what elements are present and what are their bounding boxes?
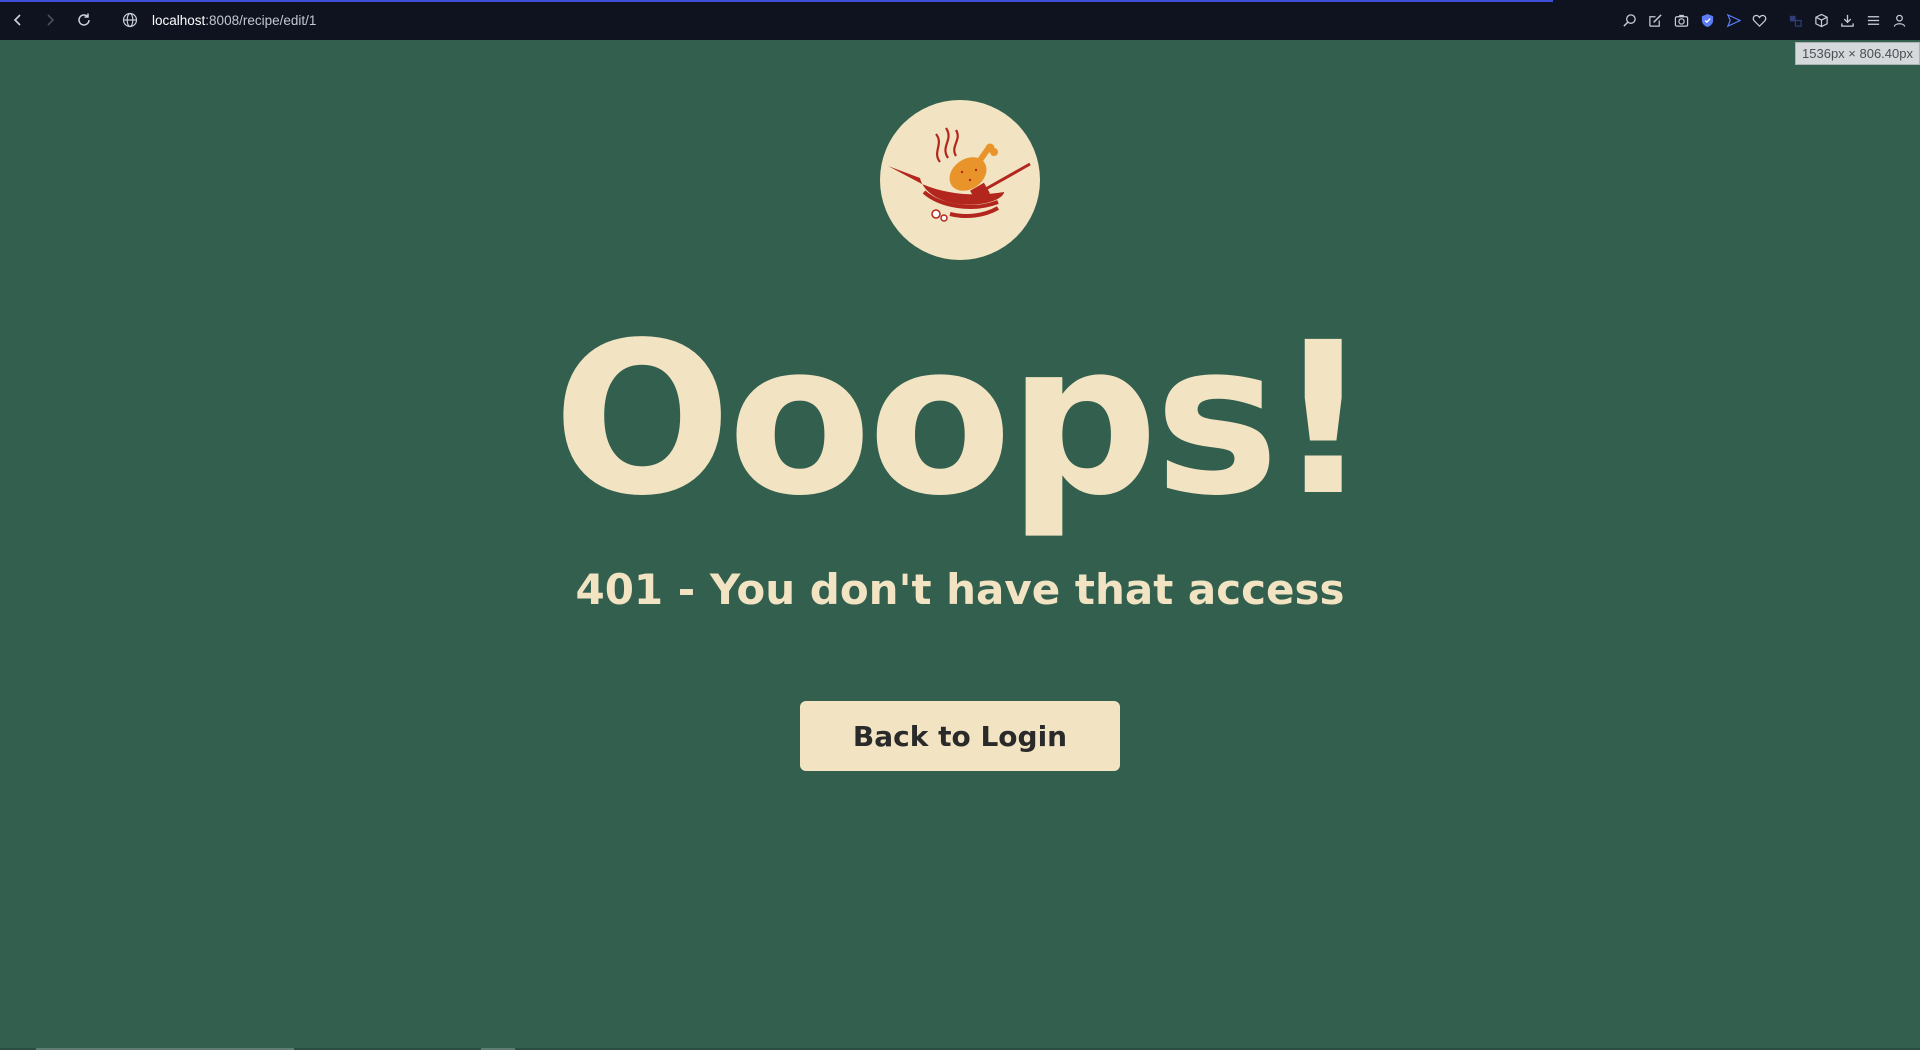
error-message: 401 - You don't have that access	[575, 565, 1345, 614]
browser-toolbar: localhost:8008/recipe/edit/1	[0, 0, 1920, 40]
zoom-icon[interactable]	[1616, 4, 1642, 36]
heart-icon[interactable]	[1746, 4, 1772, 36]
cube-icon[interactable]	[1808, 4, 1834, 36]
menu-icon[interactable]	[1860, 4, 1886, 36]
camera-icon[interactable]	[1668, 4, 1694, 36]
error-headline: Ooops!	[552, 297, 1371, 542]
download-icon[interactable]	[1834, 4, 1860, 36]
viewport-size-badge: 1536px × 806.40px	[1795, 42, 1920, 65]
globe-icon	[122, 12, 138, 28]
profile-icon[interactable]	[1886, 4, 1912, 36]
page-load-progress	[0, 0, 1553, 2]
chicken-wok-logo-icon	[880, 100, 1040, 260]
back-icon[interactable]	[2, 4, 34, 36]
toolbar-actions	[1616, 4, 1912, 36]
shield-icon[interactable]	[1694, 4, 1720, 36]
back-to-login-button[interactable]: Back to Login	[800, 701, 1120, 771]
edit-icon[interactable]	[1642, 4, 1668, 36]
send-icon[interactable]	[1720, 4, 1746, 36]
reload-icon[interactable]	[68, 4, 100, 36]
forward-icon[interactable]	[34, 4, 66, 36]
url-path: :8008/recipe/edit/1	[205, 12, 317, 28]
url-text: localhost:8008/recipe/edit/1	[152, 13, 316, 28]
nav-buttons	[2, 4, 100, 36]
url-host: localhost	[152, 12, 206, 28]
translate-icon[interactable]	[1782, 4, 1808, 36]
address-bar[interactable]: localhost:8008/recipe/edit/1	[122, 12, 316, 28]
